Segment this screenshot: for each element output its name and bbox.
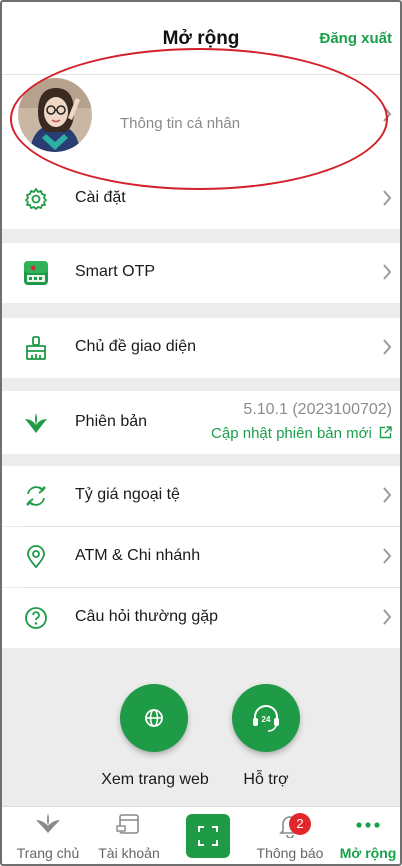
website-label: Xem trang web <box>101 771 209 788</box>
tab-label: Mở rộng <box>339 845 397 861</box>
brush-icon <box>26 336 46 360</box>
notification-badge: 2 <box>289 813 311 835</box>
update-version-link[interactable]: Cập nhật phiên bản mới <box>211 425 392 442</box>
chevron-right-icon <box>383 339 392 355</box>
menu-item-smart-otp[interactable]: Smart OTP <box>0 243 402 303</box>
external-link-icon <box>379 426 392 439</box>
menu-item-version: Phiên bản 5.10.1 (2023100702) Cập nhật p… <box>0 391 402 454</box>
chevron-right-icon <box>383 190 392 206</box>
menu-item-atm-branch[interactable]: ATM & Chi nhánh <box>0 527 402 587</box>
wallet-icon <box>116 814 139 834</box>
menu-item-exchange-rate[interactable]: Tỷ giá ngoại tệ <box>0 466 402 526</box>
app-header: Mở rộng Đăng xuất <box>0 0 402 75</box>
avatar <box>18 78 92 152</box>
leaf-icon <box>25 413 47 433</box>
version-number: 5.10.1 (2023100702) <box>243 401 392 418</box>
menu-item-label: Câu hỏi thường gặp <box>75 608 219 625</box>
menu-item-label: Cài đặt <box>75 189 126 206</box>
headset-24-icon: 24 <box>253 705 279 732</box>
location-pin-icon <box>27 545 45 569</box>
website-button[interactable] <box>120 684 188 752</box>
chevron-right-icon <box>383 609 392 625</box>
tab-account[interactable]: Tài khoản <box>90 806 168 866</box>
menu-item-label: Smart OTP <box>75 263 156 280</box>
scan-icon <box>198 826 218 846</box>
more-dots-icon <box>356 822 380 828</box>
support-label: Hỗ trợ <box>243 771 289 788</box>
chevron-right-icon <box>383 548 392 564</box>
tab-label: Trang chủ <box>16 845 80 861</box>
menu-item-label: Chủ đề giao diện <box>75 338 196 355</box>
tab-home[interactable]: Trang chủ <box>8 806 88 866</box>
tab-notifications[interactable]: Thông báo <box>250 806 330 866</box>
tab-more[interactable]: Mở rộng <box>334 806 402 866</box>
leaf-icon <box>36 813 60 833</box>
chevron-right-icon <box>383 264 392 280</box>
smart-otp-icon <box>24 261 48 285</box>
scan-button[interactable] <box>186 814 230 858</box>
svg-text:24: 24 <box>262 715 271 724</box>
globe-icon <box>145 709 163 727</box>
logout-button[interactable]: Đăng xuất <box>319 30 392 47</box>
menu-item-label: Phiên bản <box>75 413 148 430</box>
tab-label: Tài khoản <box>98 845 160 861</box>
profile-label: Thông tin cá nhân <box>120 115 241 132</box>
chevron-right-icon <box>383 106 392 122</box>
gear-icon <box>25 188 47 210</box>
profile-row[interactable]: Thông tin cá nhân <box>0 75 402 169</box>
chevron-right-icon <box>383 487 392 503</box>
update-link-label: Cập nhật phiên bản mới <box>211 425 372 442</box>
question-icon <box>25 607 47 629</box>
support-button[interactable]: 24 <box>232 684 300 752</box>
menu-item-theme[interactable]: Chủ đề giao diện <box>0 318 402 378</box>
menu-item-label: ATM & Chi nhánh <box>75 547 201 564</box>
exchange-icon <box>26 486 46 506</box>
tab-label: Thông báo <box>256 845 324 861</box>
menu-item-label: Tỷ giá ngoại tệ <box>75 486 180 503</box>
menu-item-faq[interactable]: Câu hỏi thường gặp <box>0 588 402 648</box>
menu-item-settings[interactable]: Cài đặt <box>0 169 402 229</box>
